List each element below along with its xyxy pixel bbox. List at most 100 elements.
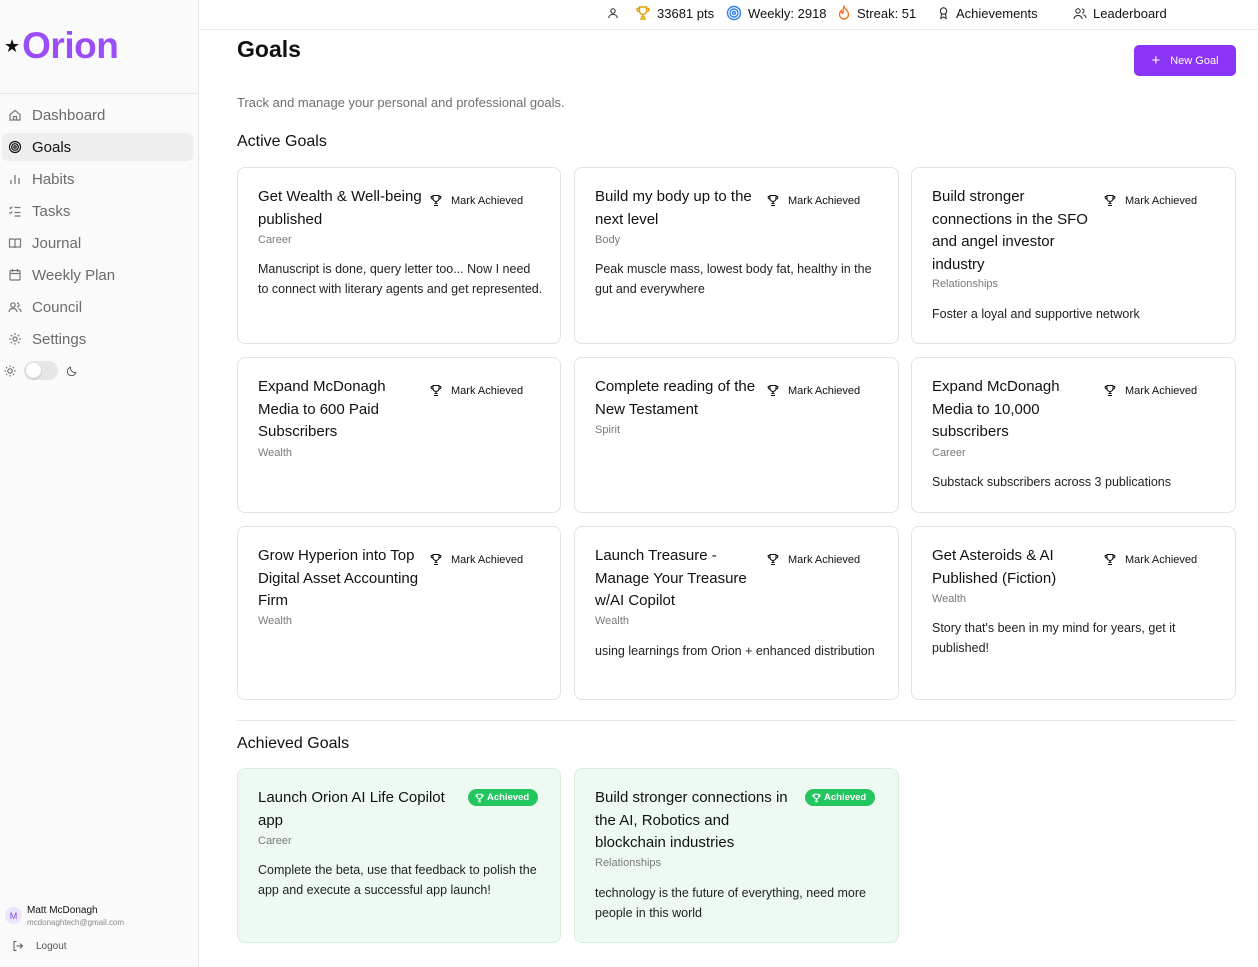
top-bar: 33681 pts Weekly: 2918 Streak: 51 Achiev… bbox=[199, 0, 1258, 30]
goal-category: Body bbox=[595, 234, 621, 246]
sidebar-item-journal[interactable]: Journal bbox=[2, 229, 193, 257]
mark-achieved-label: Mark Achieved bbox=[1125, 194, 1198, 207]
mark-achieved-button[interactable]: Mark Achieved bbox=[430, 194, 523, 207]
goal-description: Manuscript is done, query letter too... … bbox=[258, 262, 543, 296]
achievements-link[interactable]: Achievements bbox=[937, 5, 1038, 21]
sidebar-item-dashboard[interactable]: Dashboard bbox=[2, 101, 193, 129]
logout-icon bbox=[13, 941, 24, 951]
trophy-icon bbox=[767, 194, 779, 207]
trophy-icon bbox=[1104, 553, 1116, 566]
goal-card: Launch Treasure - Manage Your Treasure w… bbox=[574, 526, 899, 700]
goal-title: Expand McDonagh Media to 10,000 subscrib… bbox=[932, 378, 1060, 440]
goal-card: Get Asteroids & AI Published (Fiction) M… bbox=[911, 526, 1236, 700]
book-icon bbox=[8, 238, 22, 249]
goal-title: Grow Hyperion into Top Digital Asset Acc… bbox=[258, 547, 419, 609]
goal-category: Wealth bbox=[932, 593, 967, 605]
sidebar-item-weekly-plan[interactable]: Weekly Plan bbox=[2, 261, 193, 289]
sidebar-item-habits[interactable]: Habits bbox=[2, 165, 193, 193]
goal-card: Build stronger connections in the SFO an… bbox=[911, 167, 1236, 344]
achieved-goal-card: Launch Orion AI Life Copilot app Achieve… bbox=[237, 768, 561, 943]
achieved-badge-label: Achieved bbox=[487, 792, 530, 803]
mark-achieved-button[interactable]: Mark Achieved bbox=[1104, 384, 1197, 397]
sidebar-item-goals[interactable]: Goals bbox=[2, 133, 193, 161]
mark-achieved-button[interactable]: Mark Achieved bbox=[1104, 194, 1197, 207]
users-icon bbox=[1073, 7, 1087, 19]
goal-card: Get Wealth & Well-being published Mark A… bbox=[237, 167, 561, 344]
goal-category: Career bbox=[258, 835, 292, 847]
mark-achieved-label: Mark Achieved bbox=[451, 553, 524, 566]
toggle-knob bbox=[26, 363, 41, 378]
sidebar-nav: Dashboard Goals Habits Tasks Journal Wee… bbox=[0, 97, 199, 357]
trophy-icon bbox=[475, 793, 484, 802]
logout-label: Logout bbox=[36, 940, 67, 952]
goal-title: Build stronger connections in the SFO an… bbox=[932, 188, 1088, 273]
sidebar-item-label: Dashboard bbox=[32, 106, 106, 124]
user-profile[interactable]: M Matt McDonagh mcdonaghtech@gmail.com bbox=[5, 904, 124, 928]
goal-card: Expand McDonagh Media to 600 Paid Subscr… bbox=[237, 357, 561, 513]
trophy-icon bbox=[430, 553, 442, 566]
mark-achieved-label: Mark Achieved bbox=[788, 194, 861, 207]
theme-switcher bbox=[4, 361, 78, 380]
active-goals-heading: Active Goals bbox=[237, 133, 327, 150]
sidebar-item-label: Journal bbox=[32, 234, 82, 252]
achieved-badge-label: Achieved bbox=[824, 792, 867, 803]
profile-button[interactable] bbox=[607, 5, 625, 21]
mark-achieved-button[interactable]: Mark Achieved bbox=[430, 384, 523, 397]
users-icon bbox=[8, 302, 22, 313]
trophy-icon bbox=[1104, 384, 1116, 397]
achieved-badge: Achieved bbox=[468, 789, 539, 806]
list-check-icon bbox=[9, 206, 21, 217]
achieved-goals-heading: Achieved Goals bbox=[237, 735, 350, 752]
new-goal-button[interactable]: + New Goal bbox=[1134, 45, 1236, 76]
goal-card: Expand McDonagh Media to 10,000 subscrib… bbox=[911, 357, 1236, 513]
sidebar-divider bbox=[0, 93, 199, 94]
trophy-icon bbox=[430, 194, 442, 207]
gear-icon bbox=[9, 333, 21, 345]
trophy-icon bbox=[767, 553, 779, 566]
user-email: mcdonaghtech@gmail.com bbox=[27, 918, 125, 927]
goal-description: Substack subscribers across 3 publicatio… bbox=[932, 475, 1172, 489]
sidebar-item-tasks[interactable]: Tasks bbox=[2, 197, 193, 225]
user-name: Matt McDonagh bbox=[27, 905, 98, 916]
mark-achieved-button[interactable]: Mark Achieved bbox=[1104, 553, 1197, 566]
sidebar-item-council[interactable]: Council bbox=[2, 293, 193, 321]
points-display[interactable]: 33681 pts bbox=[635, 5, 714, 21]
mark-achieved-label: Mark Achieved bbox=[451, 194, 524, 207]
avatar: M bbox=[5, 907, 22, 924]
sidebar-item-label: Council bbox=[32, 298, 83, 316]
goal-description: Foster a loyal and supportive network bbox=[932, 307, 1140, 321]
sidebar-item-label: Weekly Plan bbox=[32, 266, 116, 284]
goal-title: Complete reading of the New Testament bbox=[595, 378, 756, 418]
goal-category: Wealth bbox=[595, 615, 630, 627]
mark-achieved-label: Mark Achieved bbox=[788, 384, 861, 397]
theme-toggle[interactable] bbox=[24, 361, 58, 380]
weekly-display[interactable]: Weekly: 2918 bbox=[726, 5, 827, 21]
sidebar: ★ Orion Dashboard Goals Habits Tasks Jou… bbox=[0, 0, 199, 967]
streak-display[interactable]: Streak: 51 bbox=[837, 5, 916, 21]
brand-logo[interactable]: ★ Orion bbox=[4, 26, 119, 66]
bar-chart-icon bbox=[10, 175, 20, 184]
new-goal-label: New Goal bbox=[1170, 54, 1219, 67]
mark-achieved-button[interactable]: Mark Achieved bbox=[767, 384, 860, 397]
page-subtitle: Track and manage your personal and profe… bbox=[237, 95, 565, 110]
sidebar-item-label: Settings bbox=[32, 330, 87, 348]
leaderboard-label: Leaderboard bbox=[1093, 5, 1167, 21]
moon-icon bbox=[66, 366, 77, 376]
sidebar-item-label: Goals bbox=[32, 138, 72, 156]
sidebar-item-label: Tasks bbox=[32, 202, 71, 220]
sidebar-item-settings[interactable]: Settings bbox=[2, 325, 193, 353]
flame-icon bbox=[838, 5, 850, 20]
mark-achieved-label: Mark Achieved bbox=[451, 384, 524, 397]
goal-title: Build my body up to the next level bbox=[595, 188, 752, 228]
mark-achieved-button[interactable]: Mark Achieved bbox=[767, 194, 860, 207]
mark-achieved-label: Mark Achieved bbox=[788, 553, 861, 566]
goal-category: Career bbox=[258, 234, 292, 246]
mark-achieved-button[interactable]: Mark Achieved bbox=[767, 553, 860, 566]
logout-button[interactable]: Logout bbox=[12, 940, 67, 952]
sidebar-item-label: Habits bbox=[32, 170, 75, 188]
section-divider bbox=[237, 720, 1236, 721]
goal-title: Get Wealth & Well-being published bbox=[258, 188, 422, 228]
leaderboard-link[interactable]: Leaderboard bbox=[1073, 5, 1167, 21]
mark-achieved-button[interactable]: Mark Achieved bbox=[430, 553, 523, 566]
goal-category: Wealth bbox=[258, 615, 293, 627]
